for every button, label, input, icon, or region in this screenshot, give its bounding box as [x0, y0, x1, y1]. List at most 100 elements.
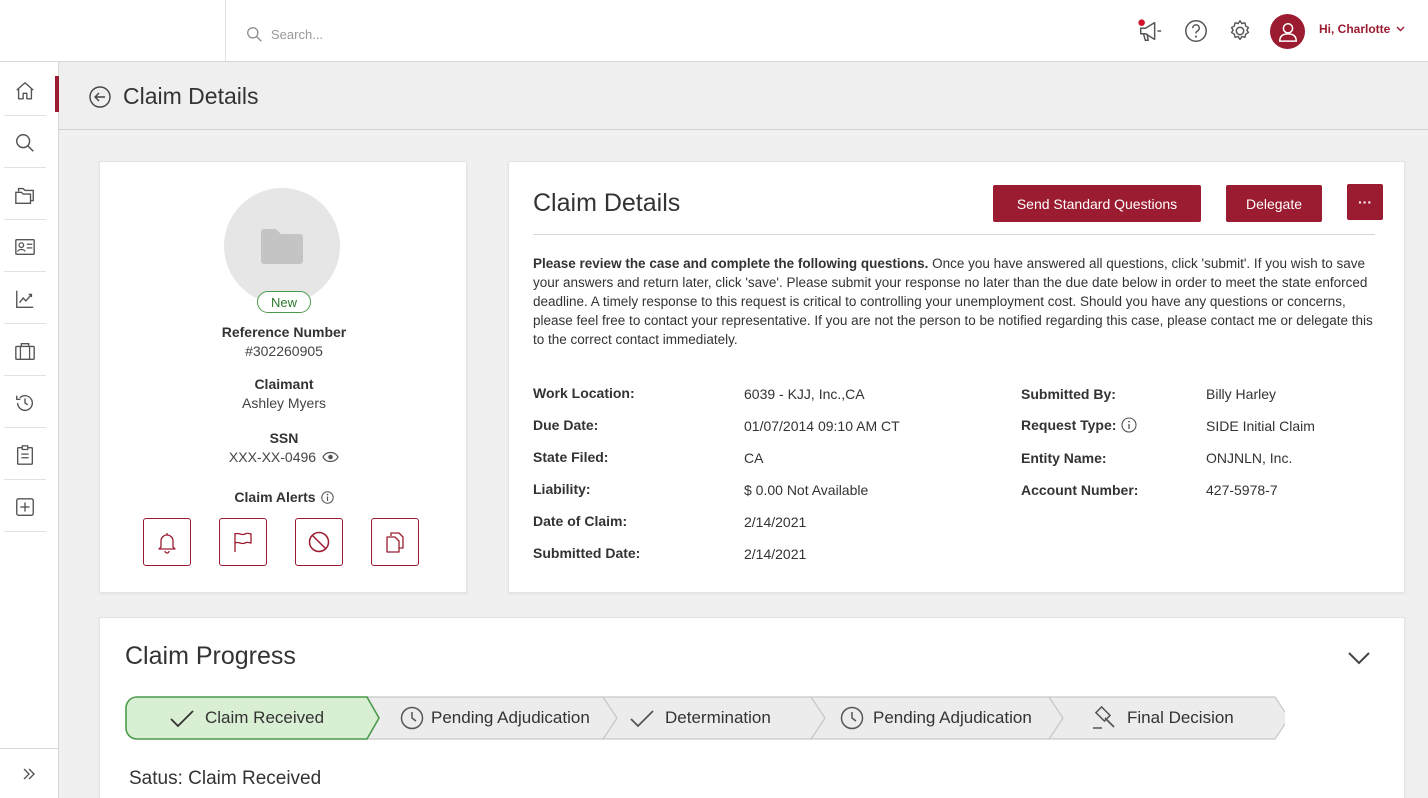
clipboard-icon	[16, 444, 34, 465]
progress-stepper: Claim Received Pending Adjudication Dete…	[125, 696, 1285, 742]
announcements-icon[interactable]	[1135, 16, 1165, 46]
back-arrow-icon[interactable]	[89, 86, 111, 108]
nav-briefcase[interactable]	[4, 326, 46, 376]
page-title: Claim Details	[123, 83, 259, 109]
copy-icon	[386, 532, 404, 553]
clock-icon	[840, 706, 864, 730]
nav-analytics[interactable]	[4, 274, 46, 324]
claimant-label: Claimant	[254, 376, 314, 392]
step-final-decision[interactable]: Final Decision	[1091, 696, 1234, 740]
ssn-field: SSN XXX-XX-0496	[100, 430, 468, 465]
search-input[interactable]	[271, 27, 571, 42]
step-determination[interactable]: Determination	[629, 696, 771, 740]
plus-square-icon	[16, 497, 34, 516]
greeting-label: Hi, Charlotte	[1319, 22, 1391, 36]
info-icon[interactable]	[320, 490, 334, 504]
step-label: Pending Adjudication	[431, 708, 590, 727]
double-chevron-right-icon	[23, 768, 35, 779]
check-icon	[630, 710, 654, 728]
nav-cases[interactable]	[4, 170, 46, 220]
status-badge: New	[257, 291, 311, 313]
divider	[533, 234, 1375, 235]
eye-icon[interactable]	[322, 451, 339, 463]
claim-details-title: Claim Details	[533, 189, 681, 217]
block-icon	[308, 531, 330, 553]
entity-name-label: Entity Name:	[1021, 450, 1107, 466]
nav-contacts[interactable]	[4, 222, 46, 272]
claim-progress-title: Claim Progress	[125, 642, 296, 670]
search-icon	[247, 27, 262, 42]
clock-icon	[400, 706, 424, 730]
request-type-value: SIDE Initial Claim	[1206, 418, 1315, 434]
id-card-icon	[15, 238, 35, 255]
claim-alerts-heading: Claim Alerts	[100, 489, 468, 505]
chevron-down-icon	[1396, 26, 1405, 32]
user-menu[interactable]: Hi, Charlotte	[1319, 22, 1405, 36]
send-standard-questions-button[interactable]: Send Standard Questions	[993, 185, 1201, 222]
ssn-label: SSN	[269, 430, 299, 446]
check-icon	[170, 710, 194, 728]
step-label: Pending Adjudication	[873, 708, 1032, 727]
step-pending-adjudication-2[interactable]: Pending Adjudication	[839, 696, 1032, 740]
alert-flag-button[interactable]	[219, 518, 267, 566]
search-bar	[246, 26, 571, 43]
flag-icon	[234, 532, 252, 552]
submitted-by-value: Billy Harley	[1206, 386, 1277, 402]
top-bar: Hi, Charlotte	[0, 0, 1428, 62]
date-of-claim-label: Date of Claim:	[533, 513, 628, 529]
nav-history[interactable]	[4, 378, 46, 428]
liability-value: $ 0.00 Not Available	[744, 482, 869, 498]
help-icon[interactable]	[1181, 16, 1211, 46]
nav-home[interactable]	[4, 66, 46, 116]
home-icon	[16, 81, 34, 99]
avatar[interactable]	[1270, 14, 1305, 49]
submitted-date-value: 2/14/2021	[744, 546, 807, 562]
liability-label: Liability:	[533, 481, 591, 497]
gavel-icon	[1093, 705, 1115, 729]
submitted-date-label: Submitted Date:	[533, 545, 641, 561]
submitted-by-label: Submitted By:	[1021, 386, 1116, 402]
claim-alerts-label: Claim Alerts	[234, 489, 316, 505]
step-label: Final Decision	[1127, 708, 1234, 727]
folder-icon	[261, 229, 303, 264]
reference-number-label: Reference Number	[221, 324, 347, 340]
nav-add[interactable]	[4, 482, 46, 532]
settings-gear-icon[interactable]	[1225, 16, 1255, 46]
nav-search[interactable]	[4, 118, 46, 168]
alert-bell-button[interactable]	[143, 518, 191, 566]
work-location-value: 6039 - KJJ, Inc.,CA	[744, 386, 865, 402]
step-pending-adjudication-1[interactable]: Pending Adjudication	[399, 696, 590, 740]
claimant-field: Claimant Ashley Myers	[100, 376, 468, 411]
instructions-bold: Please review the case and complete the …	[533, 256, 929, 271]
search-icon	[16, 133, 34, 152]
alert-duplicate-button[interactable]	[371, 518, 419, 566]
bell-icon	[158, 533, 176, 554]
claim-progress-card: Claim Progress Claim Received Pending Ad…	[99, 617, 1405, 798]
nav-expand-button[interactable]	[0, 748, 58, 798]
state-filed-value: CA	[744, 450, 764, 466]
state-filed-label: State Filed:	[533, 449, 609, 465]
work-location-label: Work Location:	[533, 385, 635, 401]
reference-number-field: Reference Number #302260905	[100, 324, 468, 359]
step-claim-received[interactable]: Claim Received	[169, 696, 324, 740]
step-label: Claim Received	[205, 708, 325, 727]
brand-area	[0, 0, 226, 61]
folders-icon	[15, 187, 34, 204]
claimant-value: Ashley Myers	[241, 395, 327, 411]
alert-block-button[interactable]	[295, 518, 343, 566]
nav-tasks[interactable]	[4, 430, 46, 480]
ssn-row: XXX-XX-0496	[100, 449, 468, 465]
delegate-button[interactable]: Delegate	[1226, 185, 1322, 222]
account-number-value: 427-5978-7	[1206, 482, 1278, 498]
more-options-button[interactable]: ···	[1347, 184, 1383, 220]
due-date-label: Due Date:	[533, 417, 599, 433]
chevron-down-icon[interactable]	[1345, 644, 1373, 672]
claim-profile-card: New Reference Number #302260905 Claimant…	[99, 161, 467, 593]
case-folder-avatar	[224, 188, 340, 304]
claim-details-card: Claim Details Send Standard Questions De…	[508, 161, 1405, 593]
info-icon[interactable]	[1121, 417, 1137, 433]
reference-number-value: #302260905	[245, 343, 323, 359]
briefcase-icon	[15, 342, 35, 360]
trending-chart-icon	[16, 290, 34, 308]
request-type-label-text: Request Type:	[1021, 417, 1117, 433]
